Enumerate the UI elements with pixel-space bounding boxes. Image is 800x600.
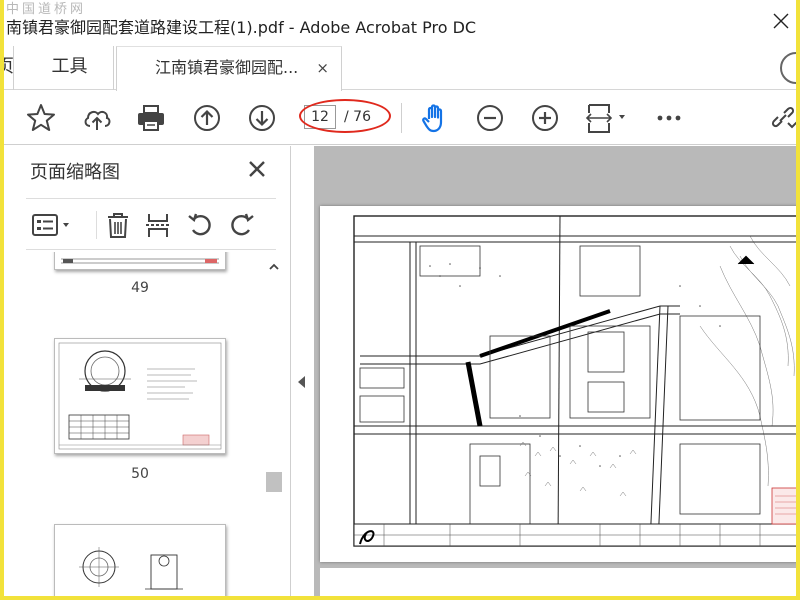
account-icon[interactable] <box>780 52 796 84</box>
thumbnail-list: 49 50 <box>4 252 286 596</box>
thumbnail-label: 49 <box>131 280 149 296</box>
thumbnail-label: 50 <box>131 466 149 482</box>
panel-header: 页面缩略图 <box>4 146 291 196</box>
title-bar: 中国道桥网 南镇君豪御园配套道路建设工程(1).pdf - Adobe Acro… <box>4 0 796 46</box>
toolbar-divider <box>401 103 402 133</box>
tab-close-icon[interactable]: × <box>316 47 329 89</box>
thumbnails-panel: 页面缩略图 49 50 <box>4 146 291 596</box>
panel-toolbar-divider <box>96 211 97 239</box>
tab-document[interactable]: 江南镇君豪御园配... × <box>116 46 342 91</box>
tab-document-label: 江南镇君豪御园配... <box>155 58 299 77</box>
window-title: 南镇君豪御园配套道路建设工程(1).pdf - Adobe Acrobat Pr… <box>6 18 477 37</box>
pdf-next-page <box>320 568 796 596</box>
pdf-page <box>320 206 796 562</box>
upload-cloud-icon[interactable] <box>80 101 114 135</box>
tab-bar: 页 工具 江南镇君豪御园配... × <box>4 46 796 91</box>
delete-page-icon[interactable] <box>102 209 134 241</box>
extract-page-icon[interactable] <box>142 209 174 241</box>
fit-page-icon[interactable] <box>582 101 632 135</box>
panel-close-icon[interactable] <box>244 156 270 182</box>
print-icon[interactable] <box>134 101 168 135</box>
options-menu-icon[interactable] <box>28 209 76 241</box>
page-thumbnail[interactable] <box>54 338 226 454</box>
toolbar: / 76 <box>4 91 796 145</box>
zoom-out-icon[interactable] <box>473 101 507 135</box>
rotate-cw-icon[interactable] <box>226 209 258 241</box>
page-thumbnail[interactable] <box>54 524 226 596</box>
window-close-icon[interactable] <box>770 10 792 32</box>
app-window: 中国道桥网 南镇君豪御园配套道路建设工程(1).pdf - Adobe Acro… <box>0 0 800 600</box>
zoom-in-icon[interactable] <box>528 101 562 135</box>
site-plan-drawing <box>353 215 796 547</box>
scroll-up-icon[interactable] <box>268 258 280 270</box>
collapse-arrow-icon[interactable] <box>298 376 305 388</box>
bookmark-star-icon[interactable] <box>24 101 58 135</box>
page-down-icon[interactable] <box>245 101 279 135</box>
scroll-thumb[interactable] <box>266 472 282 492</box>
hand-tool-icon[interactable] <box>418 101 452 135</box>
panel-title: 页面缩略图 <box>30 162 120 183</box>
page-up-icon[interactable] <box>190 101 224 135</box>
rotate-ccw-icon[interactable] <box>184 209 216 241</box>
tab-home[interactable]: 页 <box>4 46 14 90</box>
share-link-icon[interactable] <box>766 101 796 135</box>
more-icon[interactable] <box>652 101 686 135</box>
panel-toolbar <box>26 198 276 250</box>
document-view[interactable] <box>314 146 796 596</box>
panel-collapse-handle[interactable] <box>294 146 312 596</box>
highlight-oval <box>299 99 391 133</box>
thumbnail-scrollbar[interactable] <box>264 252 284 596</box>
tab-tools[interactable]: 工具 <box>26 46 114 90</box>
page-thumbnail[interactable] <box>54 252 226 270</box>
